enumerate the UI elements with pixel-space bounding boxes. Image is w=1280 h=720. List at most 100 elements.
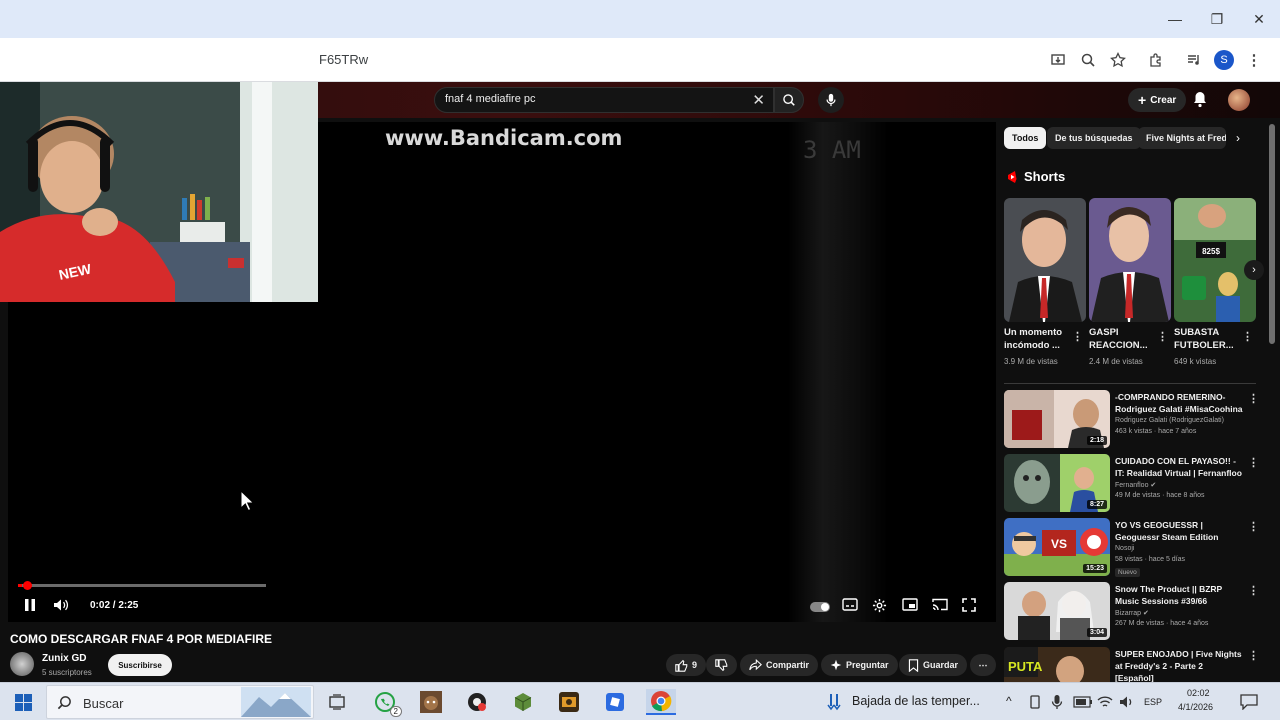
recommended-video[interactable]: 8:27 CUIDADO CON EL PAYASO!! - IT: Reali… [1004, 454, 1266, 514]
chips-next-chevron-icon[interactable]: › [1236, 131, 1240, 145]
video-channel[interactable]: Bizarrap ✔ [1115, 609, 1149, 617]
short-more-icon[interactable]: ⋮ [1242, 330, 1253, 343]
channel-avatar[interactable] [10, 652, 34, 676]
video-channel[interactable]: Nosoji [1115, 545, 1134, 552]
extensions-icon[interactable] [1144, 46, 1168, 74]
video-progress-bar[interactable] [18, 581, 266, 590]
progress-scrubber-handle[interactable] [23, 581, 33, 590]
url-text[interactable]: F65TRw [319, 52, 368, 67]
weather-text[interactable]: Bajada de las temper... [852, 694, 980, 708]
video-thumbnail[interactable]: 3:04 [1004, 582, 1110, 640]
video-thumbnail[interactable]: 2:18 [1004, 390, 1110, 448]
notifications-icon[interactable] [1240, 694, 1258, 710]
clear-search-icon[interactable]: ✕ [752, 91, 765, 109]
tray-volume-icon[interactable] [1119, 695, 1135, 709]
tray-wifi-icon[interactable] [1097, 695, 1113, 709]
short-thumbnail[interactable] [1004, 198, 1086, 322]
bookmark-star-icon[interactable] [1106, 46, 1130, 74]
media-control-icon[interactable] [1182, 46, 1206, 74]
keyboard-language[interactable]: ESP [1144, 697, 1162, 707]
autoplay-toggle[interactable] [810, 602, 830, 612]
chip-from-searches[interactable]: De tus búsquedas [1047, 127, 1141, 149]
fullscreen-icon[interactable] [962, 598, 976, 615]
windows-start-icon[interactable] [10, 689, 36, 715]
video-title[interactable]: -COMPRANDO REMERINO- Rodriguez Galati #M… [1115, 391, 1243, 415]
video-more-icon[interactable]: ⋮ [1248, 649, 1259, 662]
notifications-bell-icon[interactable] [1192, 90, 1208, 113]
ask-button[interactable]: Preguntar [821, 654, 898, 676]
tray-microphone-icon[interactable] [1051, 694, 1063, 710]
minecraft-icon[interactable] [510, 689, 536, 715]
video-title[interactable]: YO VS GEOGUESSR | Geoguessr Steam Editio… [1115, 519, 1243, 543]
video-thumbnail[interactable]: VS 15:23 [1004, 518, 1110, 576]
like-button[interactable]: 9 [666, 654, 707, 676]
subscribe-button[interactable]: Suscribirse [108, 654, 172, 676]
search-input[interactable]: fnaf 4 mediafire pc ✕ [434, 87, 774, 113]
search-button[interactable] [774, 87, 804, 113]
windows-taskbar: Buscar 2 Bajada de las temper... ^ ESP 0… [0, 682, 1280, 720]
youtube-account-avatar[interactable] [1228, 89, 1250, 111]
share-button[interactable]: Compartir [740, 654, 819, 676]
miniplayer-icon[interactable] [902, 598, 918, 614]
scrollbar-thumb[interactable] [1269, 124, 1275, 344]
dislike-button[interactable] [706, 654, 737, 676]
create-button[interactable]: + Crear [1128, 88, 1187, 112]
short-views: 2.4 M de vistas [1089, 357, 1143, 366]
tray-device-icon[interactable] [1029, 695, 1041, 709]
channel-name[interactable]: Zunix GD [42, 653, 86, 664]
sidebar-scrollbar[interactable] [1268, 118, 1276, 682]
clock-time[interactable]: 02:02 [1187, 688, 1210, 698]
video-channel[interactable]: Fernanfloo ✔ [1115, 481, 1156, 489]
zoom-icon[interactable] [1076, 46, 1100, 74]
cast-icon[interactable] [932, 598, 948, 614]
browser-profile-avatar[interactable]: S [1214, 50, 1234, 70]
short-more-icon[interactable]: ⋮ [1072, 330, 1083, 343]
recommended-video[interactable]: VS 15:23 YO VS GEOGUESSR | Geoguessr Ste… [1004, 518, 1266, 578]
install-app-icon[interactable] [1046, 46, 1070, 74]
short-title[interactable]: SUBASTA FUTBOLER... [1174, 326, 1246, 352]
more-actions-button[interactable]: ⋯ [970, 654, 996, 676]
short-title[interactable]: GASPI REACCION... [1089, 326, 1161, 352]
freddy-game-icon[interactable] [418, 689, 444, 715]
subtitles-icon[interactable] [842, 598, 858, 614]
tray-battery-icon[interactable] [1073, 696, 1093, 708]
clock-date[interactable]: 4/1/2026 [1178, 702, 1213, 712]
settings-gear-icon[interactable] [872, 598, 887, 616]
short-thumbnail[interactable] [1089, 198, 1171, 322]
roblox-icon[interactable] [602, 689, 628, 715]
pause-icon[interactable] [24, 598, 36, 615]
shorts-next-button[interactable]: › [1244, 260, 1264, 280]
video-thumbnail[interactable]: PUTA [1004, 647, 1110, 682]
video-channel[interactable]: Rodriguez Galati (RodriguezGalati) [1115, 417, 1224, 424]
video-thumbnail[interactable]: 8:27 [1004, 454, 1110, 512]
short-more-icon[interactable]: ⋮ [1157, 330, 1168, 343]
chip-five-nights[interactable]: Five Nights at Fred [1138, 127, 1226, 149]
video-more-icon[interactable]: ⋮ [1248, 584, 1259, 597]
obs-recording-icon[interactable] [464, 689, 490, 715]
restore-button[interactable]: ❐ [1196, 0, 1238, 38]
video-more-icon[interactable]: ⋮ [1248, 456, 1259, 469]
chrome-icon[interactable] [646, 689, 676, 715]
task-view-icon[interactable] [324, 689, 350, 715]
recommended-video[interactable]: 3:04 Snow The Product || BZRP Music Sess… [1004, 582, 1266, 642]
browser-menu-icon[interactable]: ⋮ [1242, 46, 1266, 74]
minimize-button[interactable]: — [1154, 0, 1196, 38]
tray-overflow-chevron-icon[interactable]: ^ [1006, 694, 1012, 708]
volume-icon[interactable] [53, 598, 69, 615]
bandicam-icon[interactable] [556, 689, 582, 715]
taskbar-search-box[interactable]: Buscar [46, 685, 314, 719]
recommended-video[interactable]: 2:18 -COMPRANDO REMERINO- Rodriguez Gala… [1004, 390, 1266, 450]
short-thumbnail[interactable]: 825$ [1174, 198, 1256, 322]
short-title[interactable]: Un momento incómodo ... [1004, 326, 1076, 352]
video-title[interactable]: SUPER ENOJADO | Five Nights at Freddy's … [1115, 648, 1243, 682]
whatsapp-icon[interactable]: 2 [372, 689, 402, 717]
video-title[interactable]: CUIDADO CON EL PAYASO!! - IT: Realidad V… [1115, 455, 1243, 479]
chip-all[interactable]: Todos [1004, 127, 1047, 149]
voice-search-button[interactable] [818, 87, 844, 113]
video-more-icon[interactable]: ⋮ [1248, 392, 1259, 405]
video-title[interactable]: Snow The Product || BZRP Music Sessions … [1115, 583, 1243, 607]
video-more-icon[interactable]: ⋮ [1248, 520, 1259, 533]
save-button[interactable]: Guardar [899, 654, 968, 676]
close-window-button[interactable]: ✕ [1238, 0, 1280, 38]
recommended-video[interactable]: PUTA SUPER ENOJADO | Five Nights at Fred… [1004, 647, 1266, 682]
